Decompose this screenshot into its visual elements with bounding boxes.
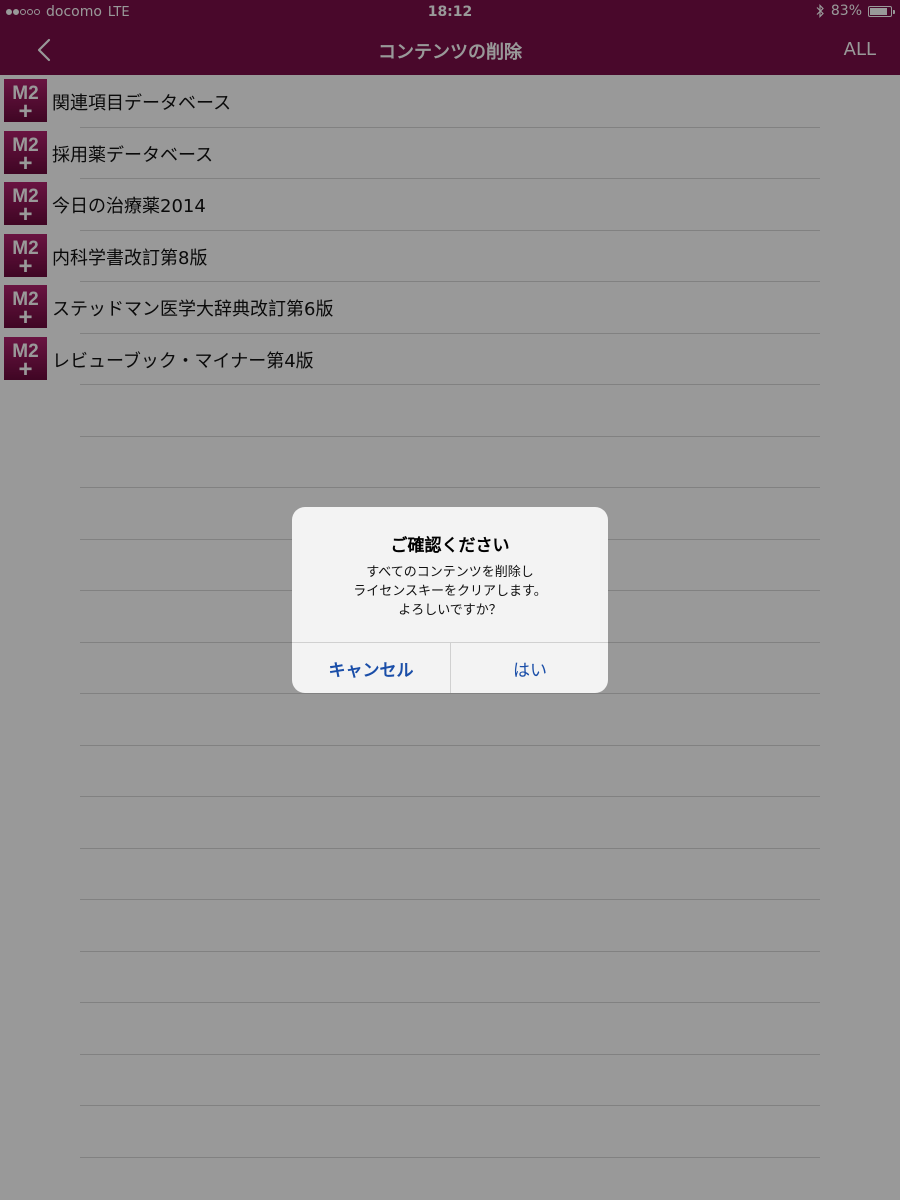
confirm-dialog: ご確認ください すべてのコンテンツを削除し ライセンスキーをクリアします。 よろ… [292, 507, 608, 693]
dialog-message-line: すべてのコンテンツを削除し [366, 565, 534, 580]
confirm-yes-button[interactable]: はい [451, 643, 608, 693]
cancel-button[interactable]: キャンセル [292, 643, 450, 693]
dialog-message-line: ライセンスキーをクリアします。 [353, 584, 547, 599]
dialog-message-line: よろしいですか？ [398, 603, 502, 618]
dialog-message: すべてのコンテンツを削除し ライセンスキーをクリアします。 よろしいですか？ [292, 563, 608, 620]
dialog-title: ご確認ください [390, 536, 510, 556]
screen: docomo LTE 18:12 83% コンテンツの削除 ALL M2 + 関連項… [0, 0, 900, 1200]
